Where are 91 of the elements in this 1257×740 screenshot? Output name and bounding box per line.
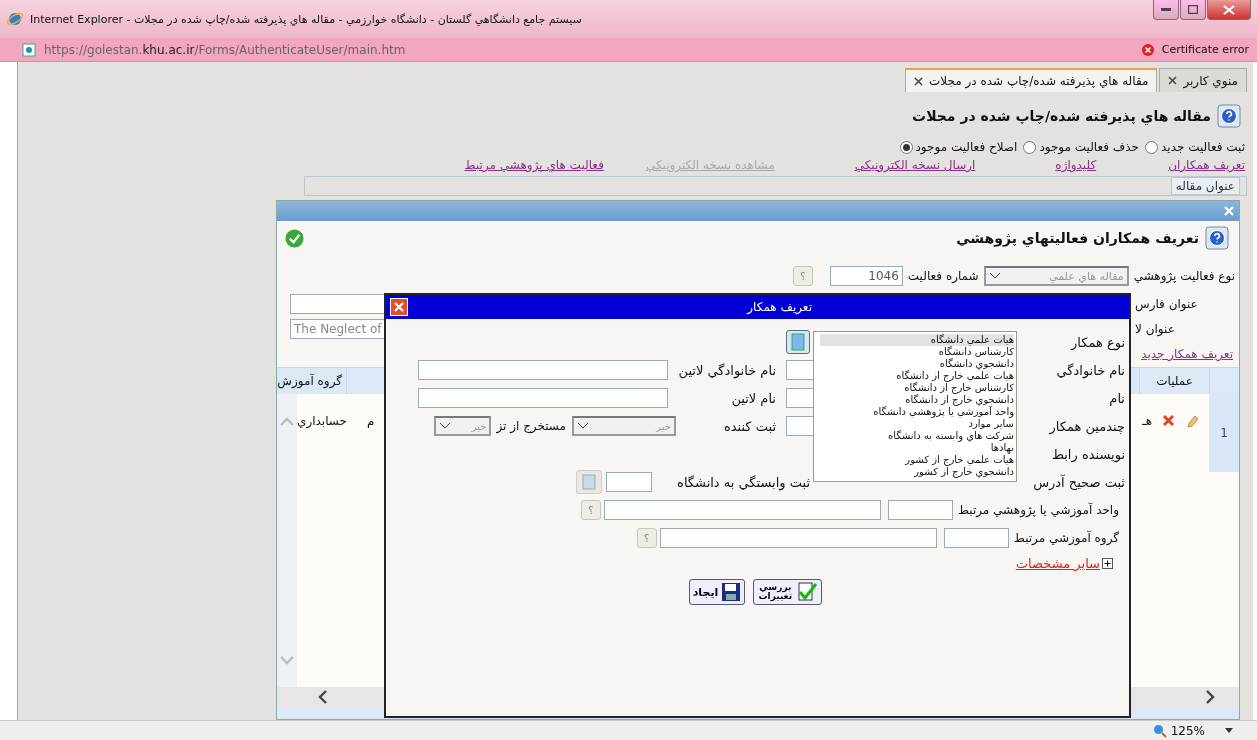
certificate-error-label[interactable]: Certificate error xyxy=(1161,43,1249,56)
field-label: نام xyxy=(1108,390,1125,406)
radio-option[interactable]: اصلاح فعاليت موجود xyxy=(899,140,1018,154)
field-label: نوع همكار xyxy=(1069,334,1125,350)
address-bar[interactable]: https://golestan.khu.ac.ir/Forms/AuthenticateUser/main.htm Certificate error xyxy=(0,38,1257,62)
dropdown-option[interactable]: واحد آموزشي يا پژوهشي دانشگاه xyxy=(820,406,1014,418)
page-tab[interactable]: منوي كاربر xyxy=(1159,68,1247,92)
close-icon[interactable] xyxy=(914,76,924,86)
field-label: نام لاتين xyxy=(730,390,776,406)
url-text: https://golestan.khu.ac.ir/Forms/AuthenticateUser/main.htm xyxy=(44,42,406,57)
notepad-icon xyxy=(790,333,806,351)
zoom-icon[interactable] xyxy=(1152,723,1167,738)
action-button[interactable]: بررسي تغييرات xyxy=(753,579,823,605)
zoom-level[interactable]: 125% xyxy=(1170,723,1205,738)
field-label: ثبت كننده xyxy=(722,418,776,434)
dropdown-option[interactable]: دانشجوي خارج از دانشگاه xyxy=(820,394,1014,406)
dropdown-option[interactable]: كارشناس دانشگاه xyxy=(820,346,1014,358)
field-label: نام خانوادگي xyxy=(1055,362,1125,378)
dialog-title: تعريف همكاران فعاليتهاي پژوهشي xyxy=(956,230,1199,246)
expand-icon[interactable] xyxy=(1102,558,1113,569)
field-label: شماره فعاليت xyxy=(907,269,979,283)
close-icon[interactable] xyxy=(1168,76,1178,85)
checkmark-icon xyxy=(796,582,819,602)
field-label: عنوان لا xyxy=(1135,322,1176,336)
caret-icon xyxy=(577,422,589,430)
field-label: نويسنده رابط xyxy=(1050,446,1125,462)
dropdown-option[interactable]: كارشناس خارج از دانشگاه xyxy=(820,382,1014,394)
action-link[interactable]: تعريف همكاران xyxy=(1168,158,1245,172)
table-cell: م xyxy=(366,414,375,428)
error-icon xyxy=(1141,43,1154,56)
dropdown-option[interactable]: دانشجوي خارج از كشور xyxy=(820,466,1014,478)
dropdown-option[interactable]: نهادها xyxy=(820,442,1014,454)
browser-logo-icon xyxy=(6,10,24,28)
input-field[interactable] xyxy=(887,500,953,520)
help-icon xyxy=(1217,104,1241,128)
caret-icon xyxy=(988,272,1001,280)
input-field[interactable] xyxy=(418,360,668,380)
minimize-icon xyxy=(1161,7,1171,12)
dropdown-option[interactable]: ساير موارد xyxy=(820,418,1014,430)
field-label: گروه آموزشي مرتبط xyxy=(1013,531,1119,545)
row-number: 1 xyxy=(1209,394,1239,472)
input-field[interactable] xyxy=(418,388,668,408)
dropdown-option[interactable]: هيات علمي دانشگاه xyxy=(820,334,1014,346)
input-field[interactable] xyxy=(659,528,937,548)
page-title: مقاله هاي پذيرفته شده/چاپ شده در مجلات xyxy=(912,108,1211,124)
dropdown-option[interactable]: هيات علمي خارج از كشور xyxy=(820,454,1014,466)
window-title: سيستم جامع دانشگاهي گلستان - دانشگاه خوارزمي - مقاله هاي پذيرفته شده/چاپ شده در مجلات - Internet Explorer xyxy=(30,12,582,26)
checkmark-icon xyxy=(285,228,304,248)
close-icon xyxy=(1223,4,1235,15)
close-button[interactable] xyxy=(1207,0,1251,20)
field-label: عنوان فارس xyxy=(1135,297,1199,311)
field-label: نام خانوادگي لاتين xyxy=(677,362,776,378)
section-tab[interactable]: عنوان مقاله xyxy=(1170,177,1240,195)
field-label: واحد آموزشي يا پژوهشي مرتبط xyxy=(957,503,1119,517)
caret-icon[interactable] xyxy=(1225,728,1233,733)
action-link[interactable]: ارسال نسخه الكترونيكي xyxy=(854,158,976,172)
action-link: مشاهده نسخه الكترونيكي xyxy=(645,158,775,172)
radio-option[interactable]: ثبت فعاليت جديد xyxy=(1145,140,1245,154)
action-button[interactable]: ايجاد xyxy=(688,579,746,605)
action-link[interactable]: فعاليت هاي پژوهشي مرتبط xyxy=(464,158,604,172)
radio-option[interactable]: حذف فعاليت موجود xyxy=(1023,140,1139,154)
maximize-icon xyxy=(1188,5,1198,14)
help-icon xyxy=(1205,226,1229,250)
table-cell: حسابداري xyxy=(297,414,347,428)
field-label: ثبت وابستگي به دانشگاه xyxy=(676,474,810,490)
input-field[interactable] xyxy=(606,472,652,492)
pencil-icon[interactable] xyxy=(1185,414,1199,430)
field-label: مستخرج از تز xyxy=(496,419,566,433)
caret-icon xyxy=(439,422,452,430)
input-field[interactable]: 1046 xyxy=(829,266,903,286)
dialog-title: تعريف همكار xyxy=(747,300,812,314)
dropdown-option[interactable]: شركت هاي وابسته به دانشگاه xyxy=(820,430,1014,442)
field-label: چندمين همكار xyxy=(1048,418,1125,434)
new-colleague-link[interactable]: تعريف همكار جديد xyxy=(1141,347,1233,361)
field-label: نوع فعاليت پژوهشي xyxy=(1133,269,1235,283)
minimize-button[interactable] xyxy=(1153,0,1179,20)
field-label: ثبت صحيح آدرس xyxy=(1032,474,1125,490)
dropdown-option[interactable]: هيات علمي خارج از دانشگاه xyxy=(820,370,1014,382)
notepad-button[interactable] xyxy=(786,330,810,354)
maximize-button[interactable] xyxy=(1180,0,1206,20)
page-icon xyxy=(22,42,36,57)
notepad-icon xyxy=(582,474,596,490)
close-icon xyxy=(393,301,405,313)
input-field[interactable] xyxy=(943,528,1009,548)
dropdown-option[interactable]: دانشجوي دانشگاه xyxy=(820,358,1014,370)
delete-icon[interactable] xyxy=(1162,414,1175,427)
page-tab[interactable]: مقاله هاي پذيرفته شده/چاپ شده در مجلات xyxy=(905,68,1158,92)
action-link[interactable]: كليدواژه xyxy=(1055,158,1097,172)
input-field[interactable] xyxy=(603,500,881,520)
more-details-link[interactable]: ساير مشخصات xyxy=(1015,556,1100,571)
table-cell: هـ xyxy=(1142,414,1152,428)
